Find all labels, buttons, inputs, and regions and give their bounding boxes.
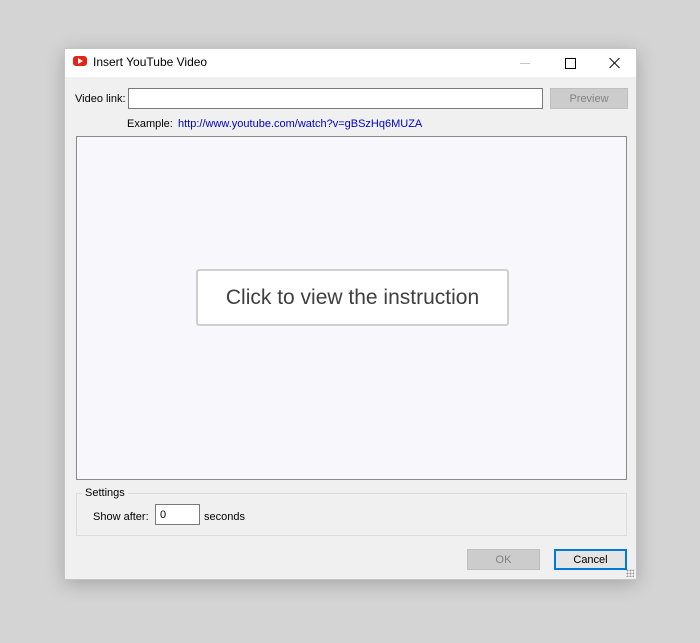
ok-button[interactable]: OK — [467, 549, 540, 570]
maximize-icon — [564, 57, 576, 69]
minimize-button[interactable] — [502, 49, 548, 77]
minimize-icon — [520, 62, 530, 64]
cancel-button[interactable]: Cancel — [554, 549, 627, 570]
video-link-input[interactable] — [128, 88, 543, 109]
title-bar[interactable]: Insert YouTube Video — [65, 49, 636, 77]
resize-grip-icon[interactable] — [626, 569, 634, 577]
insert-youtube-video-dialog: Insert YouTube Video Video link: Preview… — [64, 48, 637, 580]
settings-group: Settings Show after: seconds — [76, 487, 627, 536]
window-title: Insert YouTube Video — [93, 55, 208, 69]
example-label: Example: — [127, 118, 173, 130]
settings-legend: Settings — [82, 487, 128, 499]
video-preview-area: Click to view the instruction — [76, 136, 627, 480]
seconds-label: seconds — [204, 511, 245, 523]
close-icon — [609, 57, 621, 69]
preview-button[interactable]: Preview — [550, 88, 628, 109]
example-url-link[interactable]: http://www.youtube.com/watch?v=gBSzHq6MU… — [178, 118, 422, 130]
show-after-input[interactable] — [155, 504, 200, 525]
show-after-label: Show after: — [93, 511, 149, 523]
view-instruction-button[interactable]: Click to view the instruction — [196, 269, 509, 326]
youtube-icon — [73, 56, 87, 66]
maximize-button[interactable] — [547, 49, 593, 77]
close-button[interactable] — [592, 49, 638, 77]
video-link-label: Video link: — [75, 93, 126, 105]
